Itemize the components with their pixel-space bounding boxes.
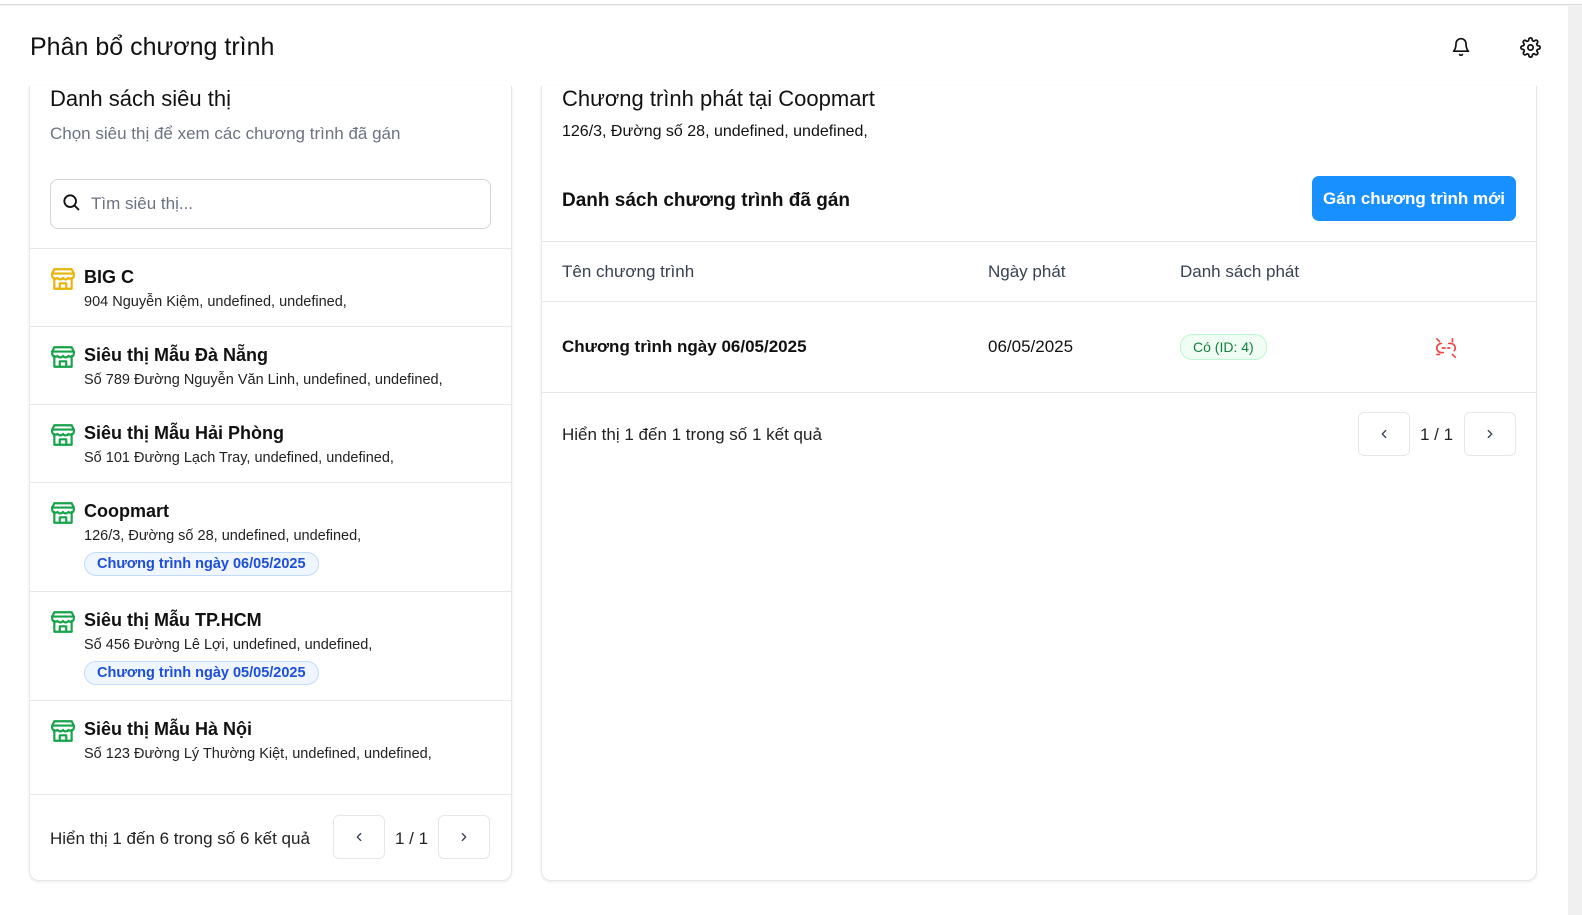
assigned-list-title: Danh sách chương trình đã gán: [562, 190, 851, 211]
store-icon: [50, 266, 76, 292]
prev-page-button[interactable]: [1358, 412, 1410, 456]
gear-icon[interactable]: [1518, 35, 1542, 59]
store-icon: [50, 422, 76, 448]
scrollbar[interactable]: [1568, 6, 1582, 915]
table-row: Chương trình ngày 06/05/2025 06/05/2025 …: [542, 302, 1536, 393]
chevron-right-icon: [461, 832, 467, 842]
chevron-right-icon: [1487, 429, 1493, 439]
pagination-summary: Hiển thị 1 đến 6 trong số 6 kết quả: [50, 829, 310, 848]
assign-program-button[interactable]: Gán chương trình mới: [1312, 176, 1516, 221]
next-page-button[interactable]: [1464, 412, 1516, 456]
store-item-5[interactable]: Siêu thị Mẫu Hà Nội Số 123 Đường Lý Thườ…: [30, 700, 511, 778]
chevron-left-icon: [1381, 429, 1387, 439]
page-indicator: 1 / 1: [1420, 425, 1454, 444]
store-name: Coopmart: [84, 501, 169, 521]
playlist-badge: Có (ID: 4): [1180, 334, 1267, 360]
store-list: BIG C 904 Nguyễn Kiệm, undefined, undefi…: [30, 248, 511, 778]
column-header-name: Tên chương trình: [562, 262, 695, 281]
store-search-input[interactable]: [91, 194, 471, 214]
page-indicator: 1 / 1: [395, 829, 429, 848]
store-address: 126/3, Đường số 28, undefined, undefined…: [562, 123, 868, 140]
store-name: BIG C: [84, 267, 135, 287]
table-header: Tên chương trình Ngày phát Danh sách phá…: [542, 241, 1536, 302]
program-date: 06/05/2025: [988, 337, 1074, 356]
program-table: Tên chương trình Ngày phát Danh sách phá…: [542, 241, 1536, 393]
store-address: Số 123 Đường Lý Thường Kiệt, undefined, …: [84, 746, 432, 762]
program-panel-title: Chương trình phát tại Coopmart: [562, 86, 875, 111]
store-name: Siêu thị Mẫu Hà Nội: [84, 719, 253, 739]
store-list-pagination: Hiển thị 1 đến 6 trong số 6 kết quả 1 / …: [30, 794, 511, 880]
store-item-0[interactable]: BIG C 904 Nguyễn Kiệm, undefined, undefi…: [30, 248, 511, 326]
top-border: [0, 0, 1582, 5]
store-address: 126/3, Đường số 28, undefined, undefined…: [84, 528, 362, 544]
store-item-2[interactable]: Siêu thị Mẫu Hải Phòng Số 101 Đường Lạch…: [30, 404, 511, 482]
store-item-1[interactable]: Siêu thị Mẫu Đà Nẵng Số 789 Đường Nguyễn…: [30, 326, 511, 404]
store-icon: [50, 609, 76, 635]
next-page-button[interactable]: [438, 815, 490, 859]
store-name: Siêu thị Mẫu Hải Phòng: [84, 423, 285, 443]
store-list-panel: Danh sách siêu thị Chọn siêu thị để xem …: [29, 86, 512, 881]
search-icon: [61, 192, 81, 217]
pagination-summary: Hiển thị 1 đến 1 trong số 1 kết quả: [562, 425, 822, 444]
store-search-box[interactable]: [50, 179, 491, 229]
store-address: Số 456 Đường Lê Lợi, undefined, undefine…: [84, 637, 373, 653]
store-list-subtitle: Chọn siêu thị để xem các chương trình đã…: [50, 124, 401, 143]
unlink-icon[interactable]: [1435, 337, 1457, 359]
chevron-left-icon: [356, 832, 362, 842]
store-icon: [50, 500, 76, 526]
store-address: Số 101 Đường Lạch Tray, undefined, undef…: [84, 450, 394, 466]
column-header-date: Ngày phát: [988, 262, 1066, 281]
program-name: Chương trình ngày 06/05/2025: [562, 337, 807, 356]
program-tag: Chương trình ngày 05/05/2025: [84, 661, 319, 685]
store-name: Siêu thị Mẫu Đà Nẵng: [84, 345, 269, 365]
column-header-playlist: Danh sách phát: [1180, 262, 1300, 281]
store-item-3[interactable]: Coopmart 126/3, Đường số 28, undefined, …: [30, 482, 511, 591]
page-title: Phân bổ chương trình: [30, 33, 275, 61]
program-tag: Chương trình ngày 06/05/2025: [84, 552, 319, 576]
store-name: Siêu thị Mẫu TP.HCM: [84, 610, 262, 630]
store-list-title: Danh sách siêu thị: [50, 86, 231, 111]
prev-page-button[interactable]: [333, 815, 385, 859]
store-address: 904 Nguyễn Kiệm, undefined, undefined,: [84, 294, 347, 310]
store-icon: [50, 344, 76, 370]
bell-icon[interactable]: [1449, 35, 1473, 59]
program-panel: Chương trình phát tại Coopmart 126/3, Đư…: [541, 86, 1537, 881]
page-header: Phân bổ chương trình: [0, 6, 1568, 86]
store-address: Số 789 Đường Nguyễn Văn Linh, undefined,…: [84, 372, 443, 388]
store-icon: [50, 718, 76, 744]
store-item-4[interactable]: Siêu thị Mẫu TP.HCM Số 456 Đường Lê Lợi,…: [30, 591, 511, 700]
